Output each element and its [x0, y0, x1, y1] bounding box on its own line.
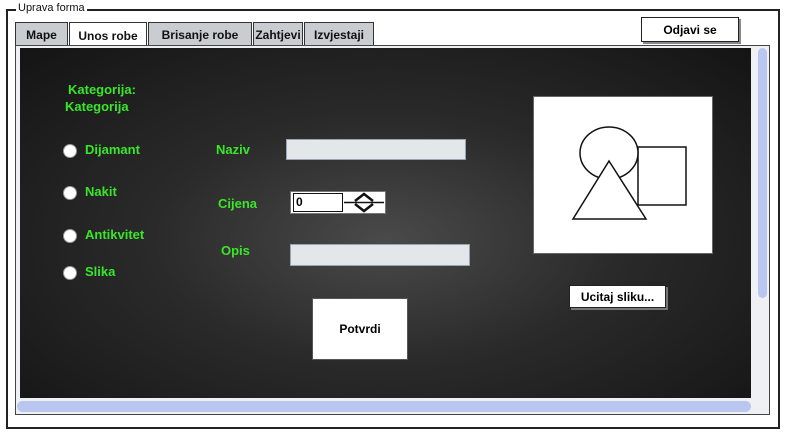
price-label: Cijena	[218, 196, 258, 211]
price-field[interactable]: 0	[293, 193, 343, 212]
radio-dijamant[interactable]	[63, 144, 77, 158]
vertical-scroll-thumb[interactable]	[758, 48, 767, 298]
horizontal-scroll-thumb[interactable]	[17, 401, 751, 412]
radio-label-dijamant: Dijamant	[85, 142, 140, 157]
tab-brisanje-robe[interactable]: Brisanje robe	[148, 22, 252, 46]
logout-button[interactable]: Odjavi se	[641, 17, 739, 42]
radio-slika[interactable]	[63, 266, 77, 280]
confirm-button[interactable]: Potvrdi	[312, 298, 408, 360]
name-field[interactable]	[286, 139, 466, 160]
radio-label-nakit: Nakit	[85, 184, 117, 199]
radio-nakit[interactable]	[63, 186, 77, 200]
window-title: Uprava forma	[16, 2, 87, 15]
radio-antikvitet[interactable]	[63, 229, 77, 243]
radio-label-slika: Slika	[85, 264, 116, 279]
radio-label-antikvitet: Antikvitet	[85, 227, 145, 242]
stepper-arrows-icon[interactable]	[344, 192, 384, 213]
load-image-button[interactable]: Ucitaj sliku...	[569, 285, 666, 308]
tab-izvjestaji[interactable]: Izvjestaji	[304, 22, 374, 46]
category-heading: Kategorija:	[68, 82, 136, 97]
name-label: Naziv	[216, 142, 250, 157]
tab-zahtjevi[interactable]: Zahtjevi	[253, 22, 303, 46]
tab-mape[interactable]: Mape	[15, 22, 68, 46]
image-placeholder-icon	[571, 126, 687, 220]
description-field[interactable]	[290, 244, 470, 266]
category-subheading: Kategorija	[65, 99, 129, 114]
description-label: Opis	[221, 243, 250, 258]
image-preview	[533, 96, 713, 254]
